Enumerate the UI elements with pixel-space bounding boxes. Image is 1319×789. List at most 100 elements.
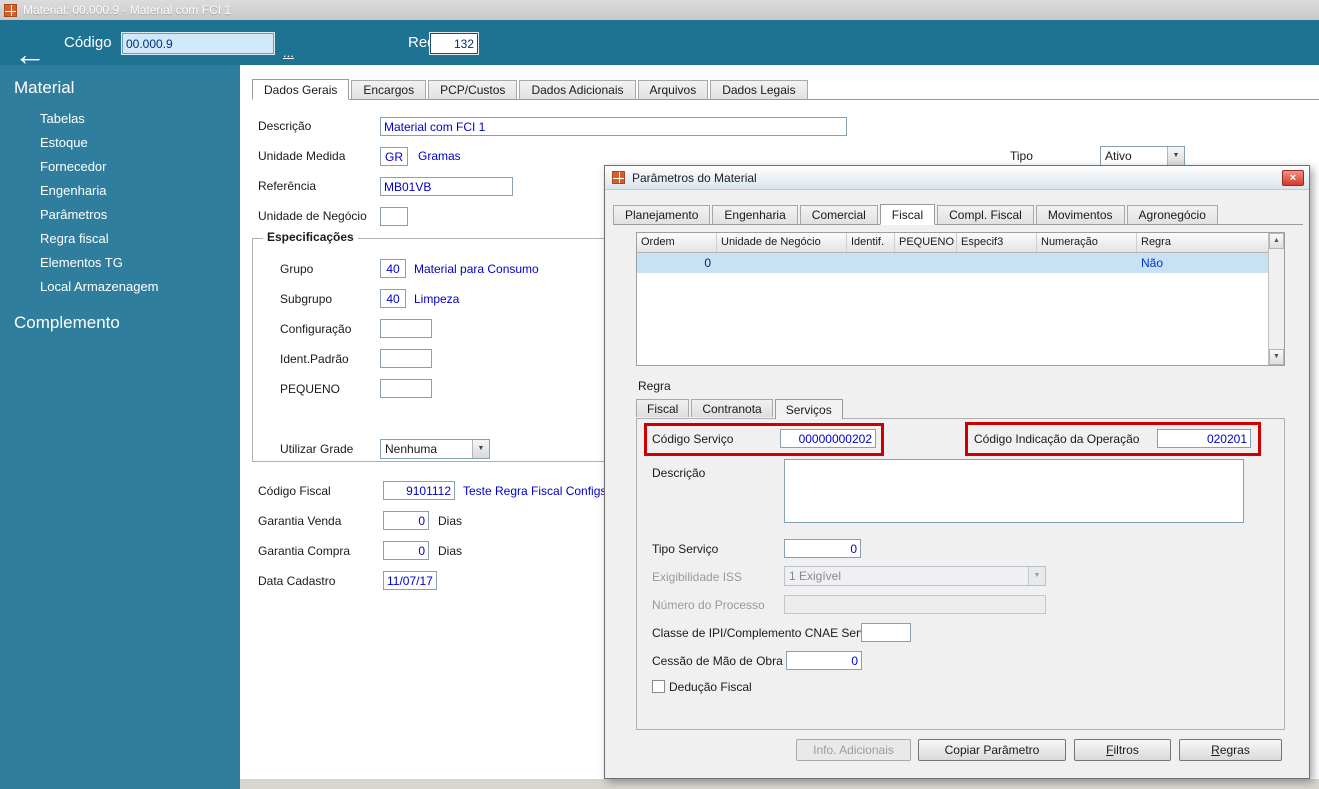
scroll-up-icon[interactable]: ▲ [1269, 233, 1284, 249]
deducao-fiscal-checkbox[interactable] [652, 680, 665, 693]
dialog-tab-engenharia[interactable]: Engenharia [712, 205, 798, 224]
referencia-input[interactable] [380, 177, 513, 196]
utilizar-grade-label: Utilizar Grade [280, 442, 354, 456]
exigibilidade-iss-select: 1 Exigível ▼ [784, 566, 1046, 586]
classe-ipi-input[interactable] [861, 623, 911, 642]
pequeno-input[interactable] [380, 379, 432, 398]
parametros-material-dialog: Parâmetros do Material × Planejamento En… [604, 165, 1310, 779]
garantia-compra-input[interactable] [383, 541, 429, 560]
codigo-label: Código [64, 34, 112, 51]
exigibilidade-iss-value: 1 Exigível [789, 569, 842, 583]
tipo-select-value: Ativo [1105, 149, 1132, 163]
garantia-compra-unit: Dias [438, 544, 463, 558]
subgrupo-input[interactable] [380, 289, 406, 308]
window-titlebar: Material: 00.000.9 - Material com FCI 1 [0, 0, 1319, 20]
tipo-label: Tipo [1010, 149, 1033, 163]
sidebar: Material Tabelas Estoque Fornecedor Enge… [0, 65, 240, 789]
copiar-parametro-button[interactable]: Copiar Parâmetro [918, 739, 1066, 761]
data-cadastro-input[interactable] [383, 571, 437, 590]
dialog-tab-agronegocio[interactable]: Agronegócio [1126, 205, 1218, 224]
dialog-tab-planejamento[interactable]: Planejamento [613, 205, 711, 224]
filtros-button[interactable]: Filtros [1074, 739, 1171, 761]
sidebar-item-estoque[interactable]: Estoque [40, 134, 88, 152]
tipo-servico-input[interactable] [784, 539, 861, 558]
sidebar-item-regra-fiscal[interactable]: Regra fiscal [40, 230, 109, 248]
tab-pcp-custos[interactable]: PCP/Custos [428, 80, 518, 99]
descricao-input[interactable] [380, 117, 847, 136]
numero-processo-input [784, 595, 1046, 614]
grid-scrollbar[interactable]: ▲ ▼ [1268, 233, 1284, 365]
subtab-servicos[interactable]: Serviços [774, 399, 843, 419]
grupo-desc: Material para Consumo [414, 262, 539, 276]
tab-encargos[interactable]: Encargos [351, 80, 427, 99]
classe-ipi-label: Classe de IPI/Complemento CNAE Serviço [652, 626, 882, 640]
configuracao-input[interactable] [380, 319, 432, 338]
sidebar-item-engenharia[interactable]: Engenharia [40, 182, 107, 200]
app-icon [4, 3, 17, 17]
close-icon[interactable]: × [1282, 170, 1304, 186]
codigo-indicacao-input[interactable] [1157, 429, 1251, 448]
subtab-fiscal[interactable]: Fiscal [636, 399, 690, 417]
scroll-down-icon[interactable]: ▼ [1269, 349, 1284, 365]
dialog-descricao-label: Descrição [652, 466, 706, 480]
grid-col-numeracao[interactable]: Numeração [1037, 233, 1137, 252]
tab-arquivos[interactable]: Arquivos [637, 80, 709, 99]
deducao-fiscal-label: Dedução Fiscal [669, 680, 752, 694]
sidebar-item-parametros[interactable]: Parâmetros [40, 206, 107, 224]
codigo-servico-input[interactable] [780, 429, 876, 448]
sidebar-item-fornecedor[interactable]: Fornecedor [40, 158, 106, 176]
app-window: Material: 00.000.9 - Material com FCI 1 … [0, 0, 1319, 789]
window-title: Material: 00.000.9 - Material com FCI 1 [23, 3, 232, 17]
garantia-venda-input[interactable] [383, 511, 429, 530]
grid-col-regra[interactable]: Regra [1137, 233, 1268, 252]
tipo-select[interactable]: Ativo ▼ [1100, 146, 1185, 166]
sidebar-item-tabelas[interactable]: Tabelas [40, 110, 85, 128]
sidebar-item-local-armazenagem[interactable]: Local Armazenagem [40, 278, 159, 296]
dialog-descricao-textarea[interactable] [784, 459, 1244, 523]
garantia-venda-unit: Dias [438, 514, 463, 528]
chevron-down-icon: ▼ [1028, 567, 1045, 585]
tab-dados-adicionais[interactable]: Dados Adicionais [519, 80, 636, 99]
descricao-label: Descrição [258, 119, 312, 133]
tipo-servico-label: Tipo Serviço [652, 542, 719, 556]
ident-padrao-input[interactable] [380, 349, 432, 368]
grid-cell-regra: Não [1141, 256, 1164, 270]
tab-dados-legais[interactable]: Dados Legais [710, 80, 808, 99]
dialog-tabstrip: Planejamento Engenharia Comercial Fiscal… [613, 204, 1303, 225]
sidebar-section-complemento[interactable]: Complemento [14, 313, 120, 333]
regra-subtabstrip: Fiscal Contranota Serviços [636, 399, 845, 419]
tab-dados-gerais[interactable]: Dados Gerais [252, 79, 350, 100]
codigo-indicacao-label: Código Indicação da Operação [974, 432, 1140, 446]
grid-row-selected[interactable]: 0 Não [637, 253, 1268, 273]
dialog-tab-compl-fiscal[interactable]: Compl. Fiscal [937, 205, 1034, 224]
grid-col-identif[interactable]: Identif. [847, 233, 895, 252]
reduzido-input[interactable] [430, 33, 478, 54]
utilizar-grade-select[interactable]: Nenhuma ▼ [380, 439, 490, 459]
unidade-medida-input[interactable] [380, 147, 408, 166]
grid-header: Ordem Unidade de Negócio Identif. PEQUEN… [637, 233, 1284, 253]
grid-col-especif3[interactable]: Especif3 [957, 233, 1037, 252]
codigo-input[interactable] [122, 33, 274, 54]
codigo-lookup-link[interactable]: ... [283, 45, 294, 60]
grid-col-unidade-negocio[interactable]: Unidade de Negócio [717, 233, 847, 252]
grupo-input[interactable] [380, 259, 406, 278]
cessao-mao-obra-input[interactable] [786, 651, 862, 670]
ident-padrao-label: Ident.Padrão [280, 352, 349, 366]
dialog-tab-comercial[interactable]: Comercial [799, 205, 878, 224]
garantia-venda-label: Garantia Venda [258, 514, 342, 528]
configuracao-label: Configuração [280, 322, 352, 336]
unidade-negocio-input[interactable] [380, 207, 408, 226]
unidade-medida-label: Unidade Medida [258, 149, 346, 163]
dialog-tab-movimentos[interactable]: Movimentos [1035, 205, 1125, 224]
sidebar-item-elementos-tg[interactable]: Elementos TG [40, 254, 123, 272]
especificacoes-title: Especificações [263, 230, 358, 244]
regras-button[interactable]: Regras [1179, 739, 1282, 761]
subgrupo-label: Subgrupo [280, 292, 333, 306]
grupo-label: Grupo [280, 262, 314, 276]
grid-cell-ordem: 0 [704, 256, 711, 270]
subtab-contranota[interactable]: Contranota [691, 399, 773, 417]
grid-col-pequeno[interactable]: PEQUENO [895, 233, 957, 252]
grid-col-ordem[interactable]: Ordem [637, 233, 717, 252]
dialog-tab-fiscal[interactable]: Fiscal [879, 204, 936, 225]
codigo-fiscal-input[interactable] [383, 481, 455, 500]
